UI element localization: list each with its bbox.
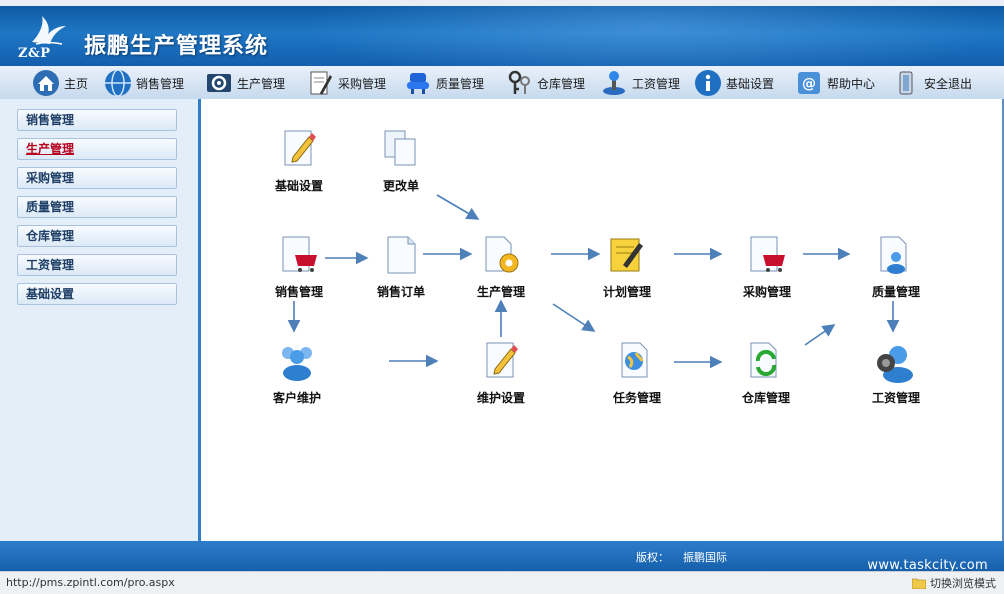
- document-copy-icon: [384, 130, 416, 166]
- copyright: 版权： 振鹏国际: [636, 549, 727, 565]
- logo-text: Z&P: [18, 46, 51, 61]
- blue-chair-icon: [407, 73, 429, 94]
- status-url: http://pms.zpintl.com/pro.aspx: [6, 576, 175, 589]
- nav-item-salary[interactable]: 工资管理: [600, 68, 680, 98]
- footer: 版权： 振鹏国际 www.taskcity.com: [0, 541, 1004, 573]
- nav-item-purchase[interactable]: 采购管理: [306, 68, 386, 98]
- sidebar-item-quality[interactable]: 质量管理: [17, 196, 177, 218]
- document-cart-icon: [750, 236, 785, 272]
- nav-item-sales[interactable]: 销售管理: [104, 68, 184, 98]
- nav-item-warehouse[interactable]: 仓库管理: [505, 68, 585, 98]
- document-globe-icon: [621, 342, 648, 378]
- header-glow: [300, 6, 1000, 66]
- browser-status-bar: http://pms.zpintl.com/pro.aspx 切换浏览模式: [0, 571, 1004, 594]
- workflow-panel: 基础设置 更改单 销售管理 销售订单 生产管理 计划管理 采购管理 质量管理 客…: [201, 99, 1004, 541]
- document-gear-icon: [485, 236, 519, 273]
- sidebar-item-production[interactable]: 生产管理: [17, 138, 177, 160]
- copyright-value: 振鹏国际: [683, 551, 727, 564]
- document-refresh-icon: [750, 342, 777, 378]
- switch-mode-label: 切换浏览模式: [930, 577, 996, 590]
- home-icon: [33, 70, 59, 96]
- nav-item-home[interactable]: 主页: [32, 68, 88, 98]
- document-pencil-icon: [486, 342, 518, 378]
- email-icon: @: [798, 72, 820, 94]
- nav-item-production[interactable]: 生产管理: [205, 68, 285, 98]
- flow-node-production-management[interactable]: 生产管理: [456, 233, 546, 300]
- sidebar-item-basic-settings[interactable]: 基础设置: [17, 283, 177, 305]
- nav-item-basic-settings[interactable]: 基础设置: [694, 68, 774, 98]
- arrow-production-to-task: [552, 303, 596, 332]
- flow-node-task-management[interactable]: 任务管理: [592, 339, 682, 406]
- keys-icon: [508, 70, 530, 94]
- svg-text:@: @: [802, 76, 816, 92]
- nav-item-quality[interactable]: 质量管理: [404, 68, 484, 98]
- bird-logo-icon: [32, 16, 66, 45]
- users-icon: [282, 347, 312, 381]
- arrow-change-to-production: [436, 194, 480, 220]
- switch-mode-button[interactable]: 切换浏览模式: [912, 575, 996, 591]
- flow-node-customer-maintenance[interactable]: 客户维护: [252, 339, 342, 406]
- document-cart-icon: [282, 236, 317, 272]
- flow-node-change-order[interactable]: 更改单: [356, 127, 446, 194]
- app-title: 振鹏生产管理系统: [84, 34, 269, 59]
- document-pencil-icon: [284, 130, 316, 166]
- notepad-pencil-icon: [610, 238, 643, 272]
- sidebar-item-warehouse[interactable]: 仓库管理: [17, 225, 177, 247]
- sidebar: 销售管理 生产管理 采购管理 质量管理 仓库管理 工资管理 基础设置: [0, 99, 201, 541]
- folder-icon: [912, 578, 926, 589]
- copyright-label: 版权：: [636, 551, 669, 564]
- joystick-icon: [603, 71, 625, 95]
- flow-node-plan-management[interactable]: 计划管理: [582, 233, 672, 300]
- flow-node-sales-order[interactable]: 销售订单: [356, 233, 446, 300]
- info-icon: [695, 70, 721, 96]
- document-icon: [387, 236, 416, 274]
- flow-node-salary-management[interactable]: 工资管理: [851, 339, 941, 406]
- document-pen-icon: [310, 71, 332, 95]
- logo: Z&P: [14, 14, 76, 64]
- flow-node-sales-management[interactable]: 销售管理: [254, 233, 344, 300]
- document-users-icon: [880, 236, 907, 274]
- flow-node-basic-settings[interactable]: 基础设置: [254, 127, 344, 194]
- gear-box-icon: [207, 74, 231, 92]
- flow-node-maintenance-settings[interactable]: 维护设置: [456, 339, 546, 406]
- flow-node-warehouse-management[interactable]: 仓库管理: [721, 339, 811, 406]
- sidebar-item-salary[interactable]: 工资管理: [17, 254, 177, 276]
- nav-item-logout[interactable]: 安全退出: [892, 68, 972, 98]
- flow-node-purchase-management[interactable]: 采购管理: [722, 233, 812, 300]
- user-speaker-icon: [877, 346, 913, 383]
- sidebar-item-purchase[interactable]: 采购管理: [17, 167, 177, 189]
- globe-icon: [105, 69, 131, 97]
- app-header: Z&P 振鹏生产管理系统: [0, 6, 1004, 66]
- flow-node-quality-management[interactable]: 质量管理: [851, 233, 941, 300]
- top-nav: 主页 销售管理 生产管理 采购管理 质量管理 仓库管理 工资管理 基础设置 @ …: [0, 66, 1004, 100]
- sidebar-item-sales[interactable]: 销售管理: [17, 109, 177, 131]
- nav-item-help[interactable]: @ 帮助中心: [795, 68, 875, 98]
- exit-icon: [899, 71, 913, 95]
